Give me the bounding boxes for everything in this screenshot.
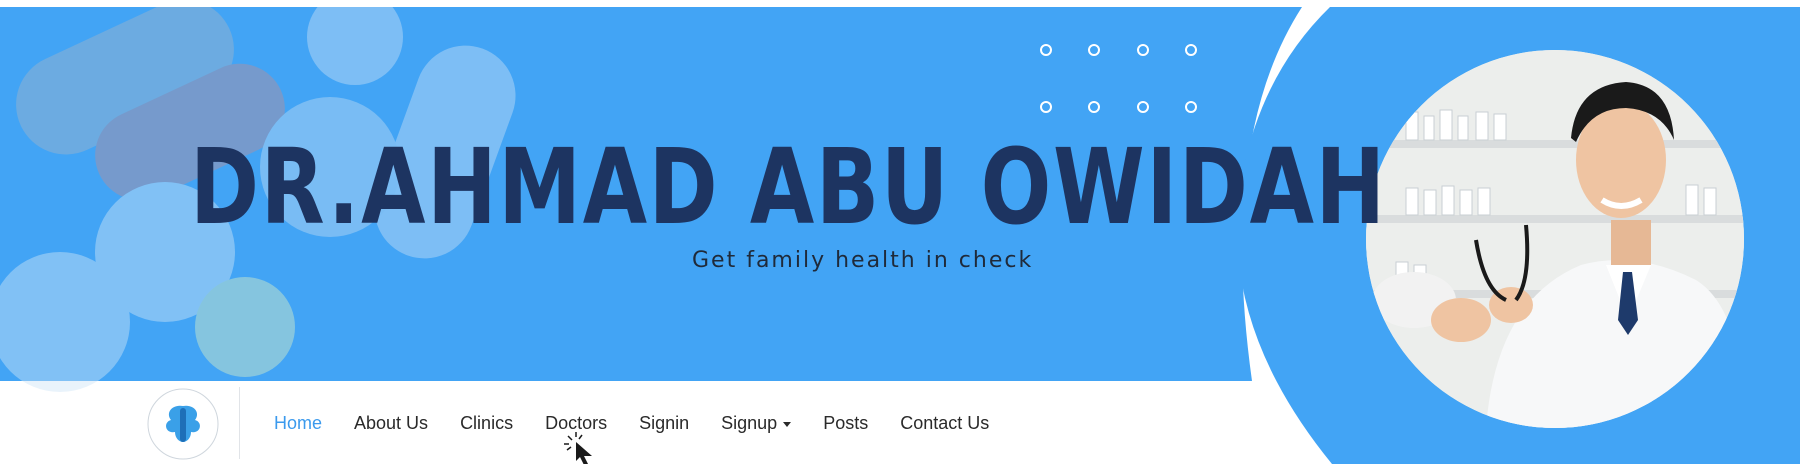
nav-item-contact-us[interactable]: Contact Us — [884, 410, 1005, 436]
doctor-photo — [1366, 50, 1744, 428]
top-strip — [0, 0, 1800, 7]
hero-subtitle: Get family health in check — [692, 248, 1034, 273]
dot — [1088, 101, 1100, 113]
nav-item-signup[interactable]: Signup — [705, 410, 807, 436]
nav-item-home[interactable]: Home — [258, 410, 338, 436]
nav-item-signup-label: Signup — [721, 413, 778, 433]
page-title: DR.AHMAD ABU OWIDAH — [190, 126, 1387, 248]
dot — [1040, 44, 1052, 56]
nav-menu: Home About Us Clinics Doctors Signin Sig… — [258, 410, 1005, 436]
dot — [1088, 44, 1100, 56]
nav-item-clinics[interactable]: Clinics — [444, 410, 529, 436]
dot — [1185, 101, 1197, 113]
logo-icon — [147, 388, 219, 460]
dot — [1185, 44, 1197, 56]
dot — [1137, 101, 1149, 113]
doctor-illustration — [1366, 50, 1744, 428]
navbar-divider — [239, 387, 240, 459]
cursor-icon — [564, 432, 592, 464]
click-cursor-icon — [562, 430, 598, 464]
nav-item-signin[interactable]: Signin — [623, 410, 705, 436]
dot-grid — [1040, 44, 1210, 124]
site-logo[interactable] — [143, 384, 223, 464]
dot — [1137, 44, 1149, 56]
nav-item-posts[interactable]: Posts — [807, 410, 884, 436]
caret-down-icon — [783, 421, 792, 427]
page: DR.AHMAD ABU OWIDAH Get family health in… — [0, 0, 1800, 464]
nav-item-about-us[interactable]: About Us — [338, 410, 444, 436]
dot — [1040, 101, 1052, 113]
